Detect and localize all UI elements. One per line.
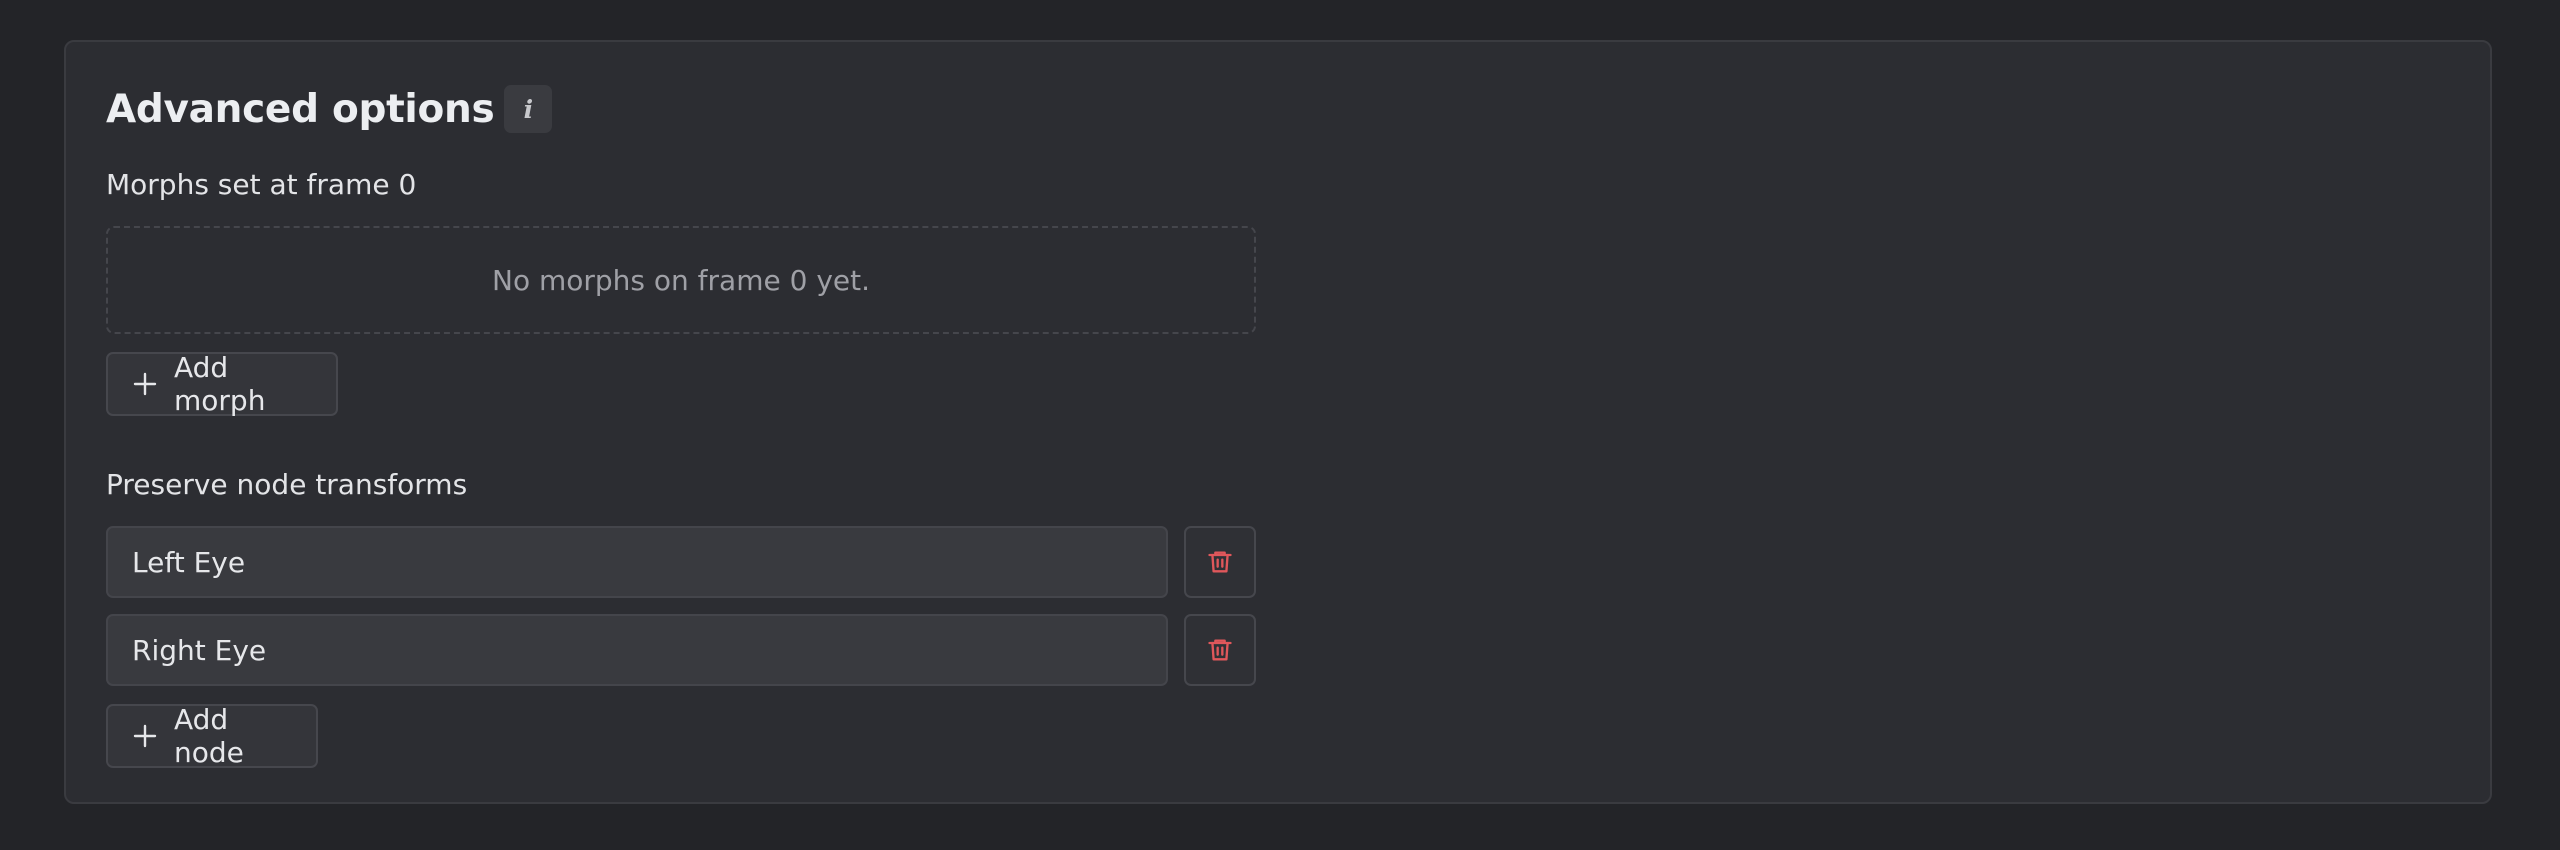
advanced-options-panel: Advanced options i Morphs set at frame 0… <box>64 40 2492 804</box>
node-input-right-eye[interactable] <box>106 614 1168 686</box>
add-node-button[interactable]: Add node <box>106 703 318 769</box>
nodes-section-label: Preserve node transforms <box>106 468 468 501</box>
panel-title: Advanced options <box>106 86 495 132</box>
delete-node-button[interactable] <box>1184 526 1256 598</box>
add-morph-label: Add morph <box>174 351 266 417</box>
trash-icon <box>1208 551 1232 573</box>
add-node-label: Add node <box>174 703 244 769</box>
panel-header: Advanced options i <box>106 84 553 134</box>
morphs-section-label: Morphs set at frame 0 <box>106 168 417 201</box>
trash-icon <box>1208 639 1232 661</box>
morphs-empty-text: No morphs on frame 0 yet. <box>492 263 870 297</box>
info-icon[interactable]: i <box>504 85 553 133</box>
morphs-empty-state: No morphs on frame 0 yet. <box>106 226 1256 334</box>
plus-icon <box>133 724 157 748</box>
plus-icon <box>133 372 157 396</box>
node-input-left-eye[interactable] <box>106 526 1168 598</box>
delete-node-button[interactable] <box>1184 614 1256 686</box>
add-morph-button[interactable]: Add morph <box>106 351 338 417</box>
